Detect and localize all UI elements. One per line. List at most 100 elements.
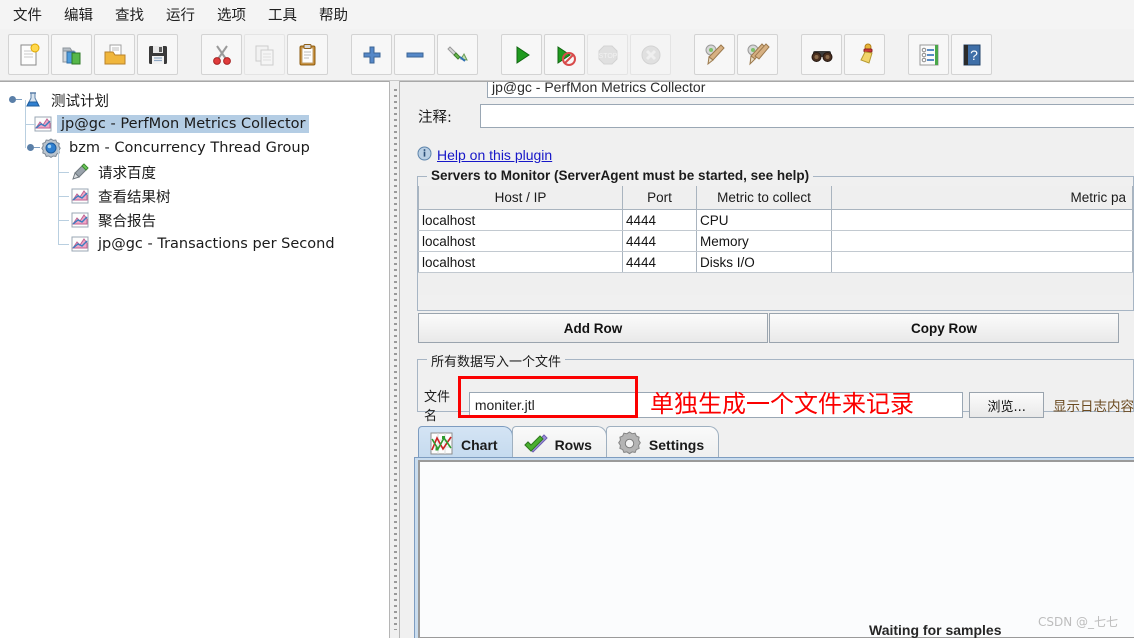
menu-tools[interactable]: 工具 (257, 1, 308, 28)
tree-line (58, 196, 69, 197)
tree-line (58, 148, 59, 172)
clear-icon[interactable] (694, 34, 735, 75)
cell-metric-to-collect[interactable]: Disks I/O (696, 251, 832, 273)
shutdown-icon[interactable] (630, 34, 671, 75)
table-empty-area (418, 273, 1133, 295)
help-on-plugin-row[interactable]: Help on this plugin (417, 146, 552, 164)
chart-canvas[interactable] (418, 460, 1134, 638)
table-row[interactable]: localhost 4444 CPU (418, 209, 1133, 231)
collapse-all-icon[interactable] (394, 34, 435, 75)
tree-node-label: 请求百度 (98, 165, 156, 182)
tree-node-label: 聚合报告 (98, 213, 156, 230)
expand-handle-icon[interactable] (26, 141, 40, 155)
menu-options[interactable]: 选项 (206, 1, 257, 28)
clear-all-icon[interactable] (737, 34, 778, 75)
cell-metric-to-collect[interactable]: CPU (696, 209, 832, 231)
test-plan-tree-panel[interactable]: 测试计划 jp@gc - PerfMon Metrics Collector b… (0, 81, 389, 638)
expand-all-icon[interactable] (351, 34, 392, 75)
comment-input[interactable] (480, 104, 1134, 128)
tree-line (58, 220, 59, 244)
menu-edit[interactable]: 编辑 (53, 1, 104, 28)
table-row[interactable]: localhost 4444 Disks I/O (418, 251, 1133, 273)
cell-port[interactable]: 4444 (622, 209, 697, 231)
tree-node-label: bzm - Concurrency Thread Group (69, 140, 310, 156)
servers-table[interactable]: Host / IP Port Metric to collect Metric … (418, 186, 1133, 273)
menu-search[interactable]: 查找 (104, 1, 155, 28)
tree-line (58, 220, 69, 221)
comment-row: 注释: (418, 104, 1134, 128)
panel-splitter[interactable] (389, 81, 400, 638)
tree-line (58, 172, 59, 196)
element-name-input[interactable]: jp@gc - PerfMon Metrics Collector (487, 82, 1134, 98)
browse-button[interactable]: 浏览... (969, 392, 1044, 418)
cell-port[interactable]: 4444 (622, 230, 697, 252)
menu-run[interactable]: 运行 (155, 1, 206, 28)
tree-node-aggregate-report[interactable]: 聚合报告 (6, 196, 389, 232)
cell-metric-parameter[interactable] (831, 209, 1133, 231)
toolbar-group-file (0, 34, 186, 75)
tab-label: Rows (554, 436, 592, 453)
help-on-plugin-link[interactable]: Help on this plugin (437, 147, 552, 163)
log-display-label: 显示日志内容 (1052, 399, 1134, 415)
tree-node-label: 测试计划 (51, 93, 109, 110)
cell-metric-parameter[interactable] (831, 251, 1133, 273)
tab-label: Settings (648, 436, 705, 453)
toolbar-separator (682, 38, 683, 72)
help-icon[interactable]: ? (951, 34, 992, 75)
column-header-metric-parameter[interactable]: Metric pa (831, 186, 1133, 210)
cell-host-ip[interactable]: localhost (418, 251, 623, 273)
tree-node-perfmon-metrics-collector[interactable]: jp@gc - PerfMon Metrics Collector (6, 100, 389, 136)
tree-node-test-plan[interactable]: 测试计划 (6, 88, 389, 112)
templates-icon[interactable] (51, 34, 92, 75)
table-row[interactable]: localhost 4444 Memory (418, 230, 1133, 252)
svg-text:STOP: STOP (598, 53, 617, 60)
paste-icon[interactable] (287, 34, 328, 75)
perfmon-collector-panel: jp@gc - PerfMon Metrics Collector 注释: He… (400, 81, 1134, 638)
save-icon[interactable] (137, 34, 178, 75)
start-no-pauses-icon[interactable] (544, 34, 585, 75)
table-header-row: Host / IP Port Metric to collect Metric … (418, 186, 1133, 210)
function-helper-icon[interactable] (908, 34, 949, 75)
reset-search-icon[interactable] (844, 34, 885, 75)
toolbar-group-help: ? (900, 34, 1000, 75)
column-header-metric-to-collect[interactable]: Metric to collect (696, 186, 832, 210)
cell-metric-parameter[interactable] (831, 230, 1133, 252)
watermark: CSDN @_七七 (1038, 615, 1119, 629)
write-all-data-title: 所有数据写入一个文件 (427, 351, 566, 370)
toolbar-group-tree (343, 34, 486, 75)
search-icon[interactable] (801, 34, 842, 75)
toolbar-group-edit (193, 34, 336, 75)
tree-node-concurrency-thread-group[interactable]: bzm - Concurrency Thread Group (6, 124, 389, 160)
tree-node-view-results-tree[interactable]: 查看结果树 (6, 172, 389, 208)
column-header-port[interactable]: Port (622, 186, 697, 210)
cell-port[interactable]: 4444 (622, 251, 697, 273)
tree-line (58, 196, 59, 220)
column-header-host-ip[interactable]: Host / IP (418, 186, 623, 210)
toolbar-group-clear (686, 34, 786, 75)
filename-label: 文件名 (424, 390, 451, 424)
listener-icon (69, 186, 91, 206)
toggle-icon[interactable] (437, 34, 478, 75)
cell-metric-to-collect[interactable]: Memory (696, 230, 832, 252)
menu-help[interactable]: 帮助 (308, 1, 359, 28)
toolbar-group-run: STOP (493, 34, 679, 75)
tree-node-transactions-per-second[interactable]: jp@gc - Transactions per Second (6, 220, 389, 256)
copy-row-button[interactable]: Copy Row (769, 313, 1119, 343)
servers-to-monitor-group: Servers to Monitor (ServerAgent must be … (417, 168, 1134, 311)
toolbar-separator (339, 38, 340, 72)
open-icon[interactable] (94, 34, 135, 75)
start-icon[interactable] (501, 34, 542, 75)
cut-icon[interactable] (201, 34, 242, 75)
copy-icon[interactable] (244, 34, 285, 75)
sampler-icon (69, 162, 91, 182)
new-icon[interactable] (8, 34, 49, 75)
menu-file[interactable]: 文件 (2, 1, 53, 28)
add-row-button[interactable]: Add Row (418, 313, 768, 343)
tree-node-http-request-baidu[interactable]: 请求百度 (6, 148, 389, 184)
cell-host-ip[interactable]: localhost (418, 209, 623, 231)
gear-icon (617, 430, 642, 459)
stop-icon[interactable]: STOP (587, 34, 628, 75)
cell-host-ip[interactable]: localhost (418, 230, 623, 252)
servers-to-monitor-title: Servers to Monitor (ServerAgent must be … (427, 168, 814, 183)
expand-handle-icon[interactable] (8, 93, 22, 107)
